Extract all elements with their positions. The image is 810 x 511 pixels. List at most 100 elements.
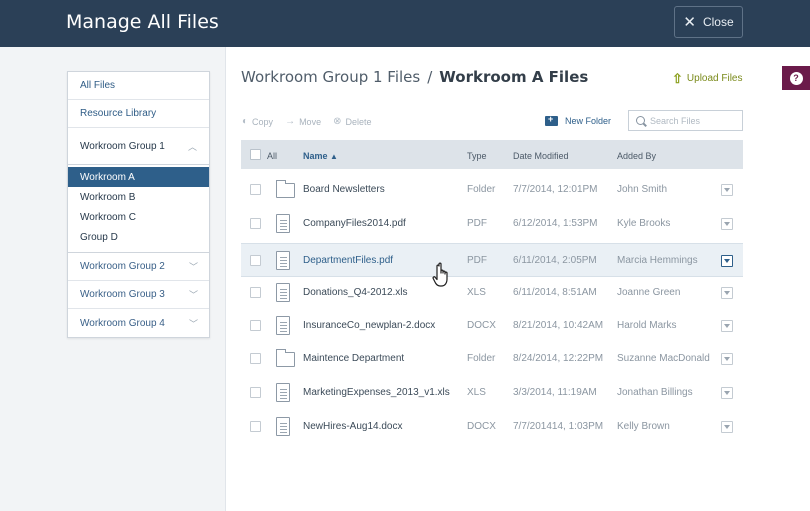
move-arrow-icon: → bbox=[285, 116, 296, 127]
sidebar-group-label: Workroom Group 1 bbox=[80, 140, 165, 152]
new-folder-button[interactable]: New Folder bbox=[545, 114, 611, 126]
name-header-label: Name bbox=[303, 151, 328, 161]
select-all-checkbox[interactable] bbox=[250, 149, 261, 160]
row-menu-dropdown[interactable] bbox=[721, 421, 733, 433]
sort-ascending-icon: ▲ bbox=[330, 152, 338, 161]
file-name[interactable]: NewHires-Aug14.docx bbox=[303, 421, 403, 432]
file-added-by: Harold Marks bbox=[617, 320, 677, 331]
sidebar-group-workroom-group-4[interactable]: Workroom Group 4 ﹀ bbox=[68, 309, 209, 337]
file-added-by: Joanne Green bbox=[617, 287, 681, 298]
breadcrumb-current: Workroom A Files bbox=[439, 68, 589, 86]
row-menu-dropdown[interactable] bbox=[721, 184, 733, 196]
column-header-all: All bbox=[267, 151, 278, 161]
sidebar-group-label: Workroom Group 3 bbox=[80, 289, 165, 300]
folder-icon bbox=[276, 180, 295, 198]
file-name[interactable]: Maintence Department bbox=[303, 353, 404, 364]
chevron-down-icon: ﹀ bbox=[188, 318, 198, 329]
file-toolbar: ◐ Copy → Move ⊗ Delete bbox=[242, 116, 371, 127]
file-type: PDF bbox=[467, 255, 487, 266]
row-checkbox[interactable] bbox=[250, 320, 261, 331]
sidebar-subitem-group-d[interactable]: Group D bbox=[68, 227, 209, 247]
file-type: DOCX bbox=[467, 320, 496, 331]
row-menu-dropdown[interactable] bbox=[721, 320, 733, 332]
table-row[interactable]: InsuranceCo_newplan-2.docx DOCX 8/21/2014,… bbox=[241, 309, 743, 343]
file-type: XLS bbox=[467, 387, 486, 398]
column-header-added-by[interactable]: Added By bbox=[617, 151, 656, 161]
help-icon: ? bbox=[789, 71, 803, 85]
chevron-up-icon: ︿ bbox=[187, 141, 197, 152]
close-icon: ✕ bbox=[683, 13, 696, 31]
search-input[interactable]: Search Files bbox=[628, 110, 743, 131]
table-header: All Name ▲ Type Date Modified Added By bbox=[241, 140, 743, 169]
file-date-modified: 6/11/2014, 8:51AM bbox=[513, 287, 597, 298]
sidebar-item-label: All Files bbox=[80, 80, 116, 91]
sidebar-subitem-workroom-c[interactable]: Workroom C bbox=[68, 207, 209, 227]
table-row[interactable]: CompanyFiles2014.pdf PDF 6/12/2014, 1:53PM… bbox=[241, 207, 743, 241]
file-date-modified: 6/11/2014, 2:05PM bbox=[513, 255, 597, 266]
file-added-by: Marcia Hemmings bbox=[617, 255, 698, 266]
new-folder-icon bbox=[545, 114, 558, 126]
file-added-by: Kyle Brooks bbox=[617, 218, 671, 229]
close-button[interactable]: ✕ Close bbox=[674, 6, 743, 38]
column-header-name[interactable]: Name ▲ bbox=[303, 151, 338, 161]
help-button[interactable]: ? bbox=[782, 66, 810, 90]
table-row[interactable]: Board Newsletters Folder 7/7/2014, 12:01PM… bbox=[241, 173, 743, 207]
app-header: Manage All Files ✕ Close bbox=[0, 0, 810, 47]
table-row[interactable]: NewHires-Aug14.docx DOCX 7/7/201414, 1:03P… bbox=[241, 410, 743, 444]
file-name[interactable]: Board Newsletters bbox=[303, 184, 385, 195]
hand-cursor-icon bbox=[432, 262, 448, 287]
row-menu-dropdown[interactable] bbox=[721, 387, 733, 399]
file-name[interactable]: CompanyFiles2014.pdf bbox=[303, 218, 406, 229]
file-name[interactable]: InsuranceCo_newplan-2.docx bbox=[303, 320, 435, 331]
sidebar-group-workroom-group-2[interactable]: Workroom Group 2 ﹀ bbox=[68, 253, 209, 281]
row-checkbox[interactable] bbox=[250, 387, 261, 398]
file-name[interactable]: DepartmentFiles.pdf bbox=[303, 255, 393, 266]
copy-button[interactable]: ◐ Copy bbox=[242, 116, 273, 127]
chevron-down-icon: ﹀ bbox=[188, 262, 198, 272]
sidebar-group-workroom-group-3[interactable]: Workroom Group 3 ﹀ bbox=[68, 281, 209, 309]
sidebar-group-label: Workroom Group 4 bbox=[80, 317, 165, 329]
row-menu-dropdown[interactable] bbox=[721, 353, 733, 365]
file-added-by: Suzanne MacDonald bbox=[617, 353, 710, 364]
row-menu-dropdown[interactable] bbox=[721, 218, 733, 230]
move-button[interactable]: → Move bbox=[285, 116, 321, 127]
row-checkbox[interactable] bbox=[250, 353, 261, 364]
table-row[interactable]: Donations_Q4-2012.xls XLS 6/11/2014, 8:51A… bbox=[241, 276, 743, 310]
row-checkbox[interactable] bbox=[250, 287, 261, 298]
folder-icon bbox=[276, 349, 295, 367]
table-row[interactable]: Maintence Department Folder 8/24/2014, 12:… bbox=[241, 342, 743, 376]
file-date-modified: 7/7/2014, 12:01PM bbox=[513, 184, 598, 195]
upload-icon: ⇧ bbox=[672, 71, 683, 86]
row-checkbox[interactable] bbox=[250, 218, 261, 229]
sidebar-subitem-workroom-a[interactable]: Workroom A bbox=[68, 167, 209, 187]
move-label: Move bbox=[299, 116, 322, 127]
row-checkbox[interactable] bbox=[250, 421, 261, 432]
file-date-modified: 3/3/2014, 11:19AM bbox=[513, 387, 597, 398]
row-menu-dropdown[interactable] bbox=[721, 255, 733, 267]
column-header-date[interactable]: Date Modified bbox=[513, 151, 569, 161]
file-name[interactable]: Donations_Q4-2012.xls bbox=[303, 287, 408, 298]
upload-files-button[interactable]: ⇧ Upload Files bbox=[672, 72, 743, 85]
sidebar-group-workroom-group-1[interactable]: Workroom Group 1 ︿ bbox=[68, 128, 209, 165]
table-row[interactable]: MarketingExpenses_2013_v1.xls XLS 3/3/2014… bbox=[241, 376, 743, 410]
row-checkbox[interactable] bbox=[250, 255, 261, 266]
file-type: DOCX bbox=[467, 421, 496, 432]
breadcrumb: Workroom Group 1 Files / Workroom A Files bbox=[241, 68, 588, 86]
file-type: XLS bbox=[467, 287, 486, 298]
copy-icon: ◐ bbox=[242, 116, 249, 127]
row-checkbox[interactable] bbox=[250, 184, 261, 195]
row-menu-dropdown[interactable] bbox=[721, 287, 733, 299]
document-icon bbox=[276, 214, 290, 233]
delete-icon: ⊗ bbox=[333, 116, 342, 127]
table-row[interactable]: DepartmentFiles.pdf PDF 6/11/2014, 2:05PM M… bbox=[241, 243, 743, 277]
delete-button[interactable]: ⊗ Delete bbox=[333, 116, 371, 127]
breadcrumb-parent[interactable]: Workroom Group 1 Files bbox=[241, 68, 420, 86]
file-name[interactable]: MarketingExpenses_2013_v1.xls bbox=[303, 387, 450, 398]
column-header-type[interactable]: Type bbox=[467, 151, 487, 161]
sidebar-item-resource-library[interactable]: Resource Library bbox=[68, 100, 209, 128]
sidebar-item-label: Resource Library bbox=[80, 108, 157, 119]
sidebar-subitem-workroom-b[interactable]: Workroom B bbox=[68, 187, 209, 207]
document-icon bbox=[276, 383, 290, 402]
sidebar-group-label: Workroom Group 2 bbox=[80, 261, 165, 272]
sidebar-item-all-files[interactable]: All Files bbox=[68, 72, 209, 100]
